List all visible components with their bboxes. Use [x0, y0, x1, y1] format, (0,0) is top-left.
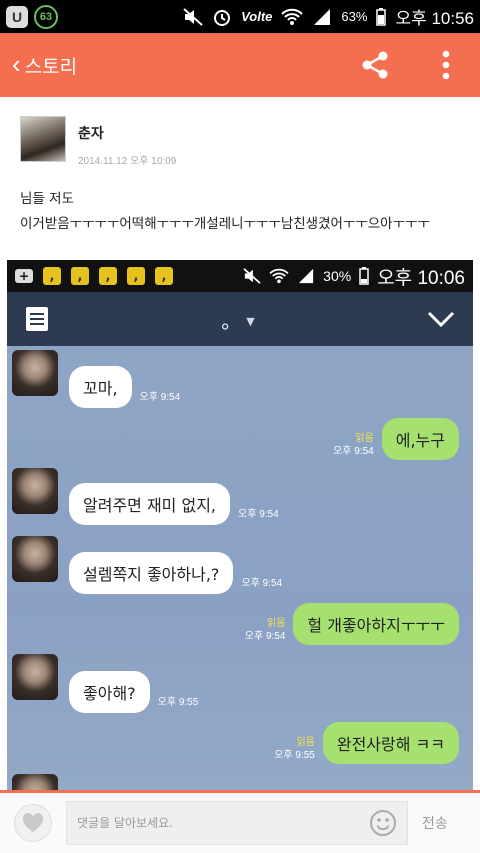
comment-input[interactable]: [77, 816, 369, 830]
author-avatar[interactable]: [20, 116, 66, 162]
caret-down-icon: ▼: [246, 314, 255, 328]
screenshot-battery-percent: 30%: [323, 268, 352, 284]
screenshot-chat-area: 꼬마, 오후 9:54 읽음 오후 9:54 에,누구 알려주면 재미 없지, …: [7, 346, 473, 790]
overflow-menu-icon: [442, 50, 450, 80]
share-button[interactable]: [360, 50, 390, 80]
sender-avatar: [12, 536, 58, 582]
incoming-bubble: 알려주면 재미 없지,: [69, 483, 231, 525]
battery-icon: [376, 7, 387, 26]
message-row: 설렘쪽지 좋아하나,? 오후 9:54: [69, 552, 282, 594]
chat-title-text: 。: [221, 308, 242, 333]
message-row: 읽음 오후 9:54 에,누구: [333, 418, 459, 460]
message-row: 알려주면 재미 없지, 오후 9:54: [69, 483, 279, 525]
author-name[interactable]: 춘자: [78, 123, 176, 143]
comment-bar: 전송: [0, 790, 480, 853]
screenshot-time: 오후 10:06: [377, 267, 465, 289]
signal-icon: [314, 8, 331, 25]
kakao-notification-icon: ,: [99, 267, 117, 285]
alarm-icon: [214, 9, 231, 26]
message-row: 꼬마, 오후 9:54: [69, 366, 180, 408]
app-notification-icon: U: [6, 5, 28, 28]
sender-avatar: [12, 468, 58, 514]
battery-percent: 63%: [341, 9, 368, 24]
notification-count-badge: 63: [34, 4, 58, 29]
post-line: 님들 저도: [20, 191, 74, 207]
menu-icon: [26, 307, 48, 331]
plus-icon: +: [15, 269, 33, 283]
mute-icon: [183, 7, 203, 26]
volte-indicator: Volte: [241, 9, 273, 24]
message-row: 읽음 오후 9:54 헐 개좋아하지ㅜㅜㅜ: [245, 603, 459, 645]
send-button[interactable]: 전송: [422, 813, 448, 833]
message-time: 오후 9:54: [244, 631, 286, 642]
sender-avatar: [12, 350, 58, 396]
incoming-bubble: 좋아해?: [69, 671, 150, 713]
chevron-left-icon: ‹: [12, 48, 21, 79]
kakao-notification-icon: ,: [43, 267, 61, 285]
chevron-down-icon: [427, 311, 455, 328]
sender-avatar: [12, 774, 58, 790]
heart-icon: [22, 813, 44, 832]
message-time: 오후 9:54: [333, 446, 374, 457]
status-time: 오후 10:56: [395, 9, 474, 28]
back-button[interactable]: ‹ 스토리: [12, 48, 78, 79]
post-body: 님들 저도 이거받음ㅜㅜㅜㅜ어떡해ㅜㅜㅜ개설레니ㅜㅜㅜ남친생겼어ㅜㅜ으아ㅜㅜㅜ: [20, 187, 430, 237]
message-row: 좋아해? 오후 9:55: [69, 671, 198, 713]
status-bar: U 63 Volte 63% 오후 10:56: [0, 0, 480, 33]
outgoing-bubble: 에,누구: [381, 418, 459, 460]
overflow-menu-button[interactable]: [442, 50, 450, 80]
read-receipt: 읽음: [296, 737, 315, 748]
post-header: 춘자 2014.11.12 오후 10:09: [20, 116, 176, 167]
message-time: 오후 9:55: [274, 750, 315, 761]
incoming-bubble: 설렘쪽지 좋아하나,?: [69, 552, 234, 594]
outgoing-bubble: 완전사랑해 ㅋㅋ: [322, 722, 459, 764]
screenshot-status-bar: + , , , , , 30% 오후 10:06: [7, 260, 473, 292]
message-time: 오후 9:55: [157, 697, 199, 708]
emoticon-icon[interactable]: [369, 809, 397, 837]
message-time: 오후 9:54: [241, 578, 283, 589]
incoming-bubble: 꼬마,: [69, 366, 132, 408]
app-bar: ‹ 스토리: [0, 33, 480, 97]
post-date: 2014.11.12 오후 10:09: [78, 156, 177, 167]
battery-icon: [359, 267, 369, 285]
screenshot-chat-title: 。 ▼: [221, 305, 254, 334]
comment-field[interactable]: [66, 801, 408, 845]
message-time: 오후 9:54: [238, 509, 279, 520]
screenshot-chat-header: 。 ▼: [7, 292, 473, 346]
kakao-notification-icon: ,: [127, 267, 145, 285]
post-line: 이거받음ㅜㅜㅜㅜ어떡해ㅜㅜㅜ개설레니ㅜㅜㅜ남친생겼어ㅜㅜ으아ㅜㅜㅜ: [20, 216, 430, 232]
mute-icon: [243, 268, 261, 284]
read-receipt: 읽음: [267, 618, 286, 629]
kakao-notification-icon: ,: [71, 267, 89, 285]
wifi-icon: [269, 268, 289, 284]
message-row: 읽음 오후 9:55 완전사랑해 ㅋㅋ: [274, 722, 459, 764]
like-button[interactable]: [14, 804, 52, 842]
outgoing-bubble: 헐 개좋아하지ㅜㅜㅜ: [293, 603, 459, 645]
sender-avatar: [12, 654, 58, 700]
kakao-notification-icon: ,: [155, 267, 173, 285]
attached-screenshot[interactable]: + , , , , , 30% 오후 10:06 。 ▼ 꼬마, 오후 9:54: [7, 260, 473, 790]
back-label: 스토리: [24, 56, 78, 78]
signal-icon: [299, 268, 314, 284]
read-receipt: 읽음: [355, 433, 374, 444]
wifi-icon: [281, 8, 304, 25]
message-time: 오후 9:54: [139, 392, 181, 403]
share-icon: [362, 51, 388, 79]
